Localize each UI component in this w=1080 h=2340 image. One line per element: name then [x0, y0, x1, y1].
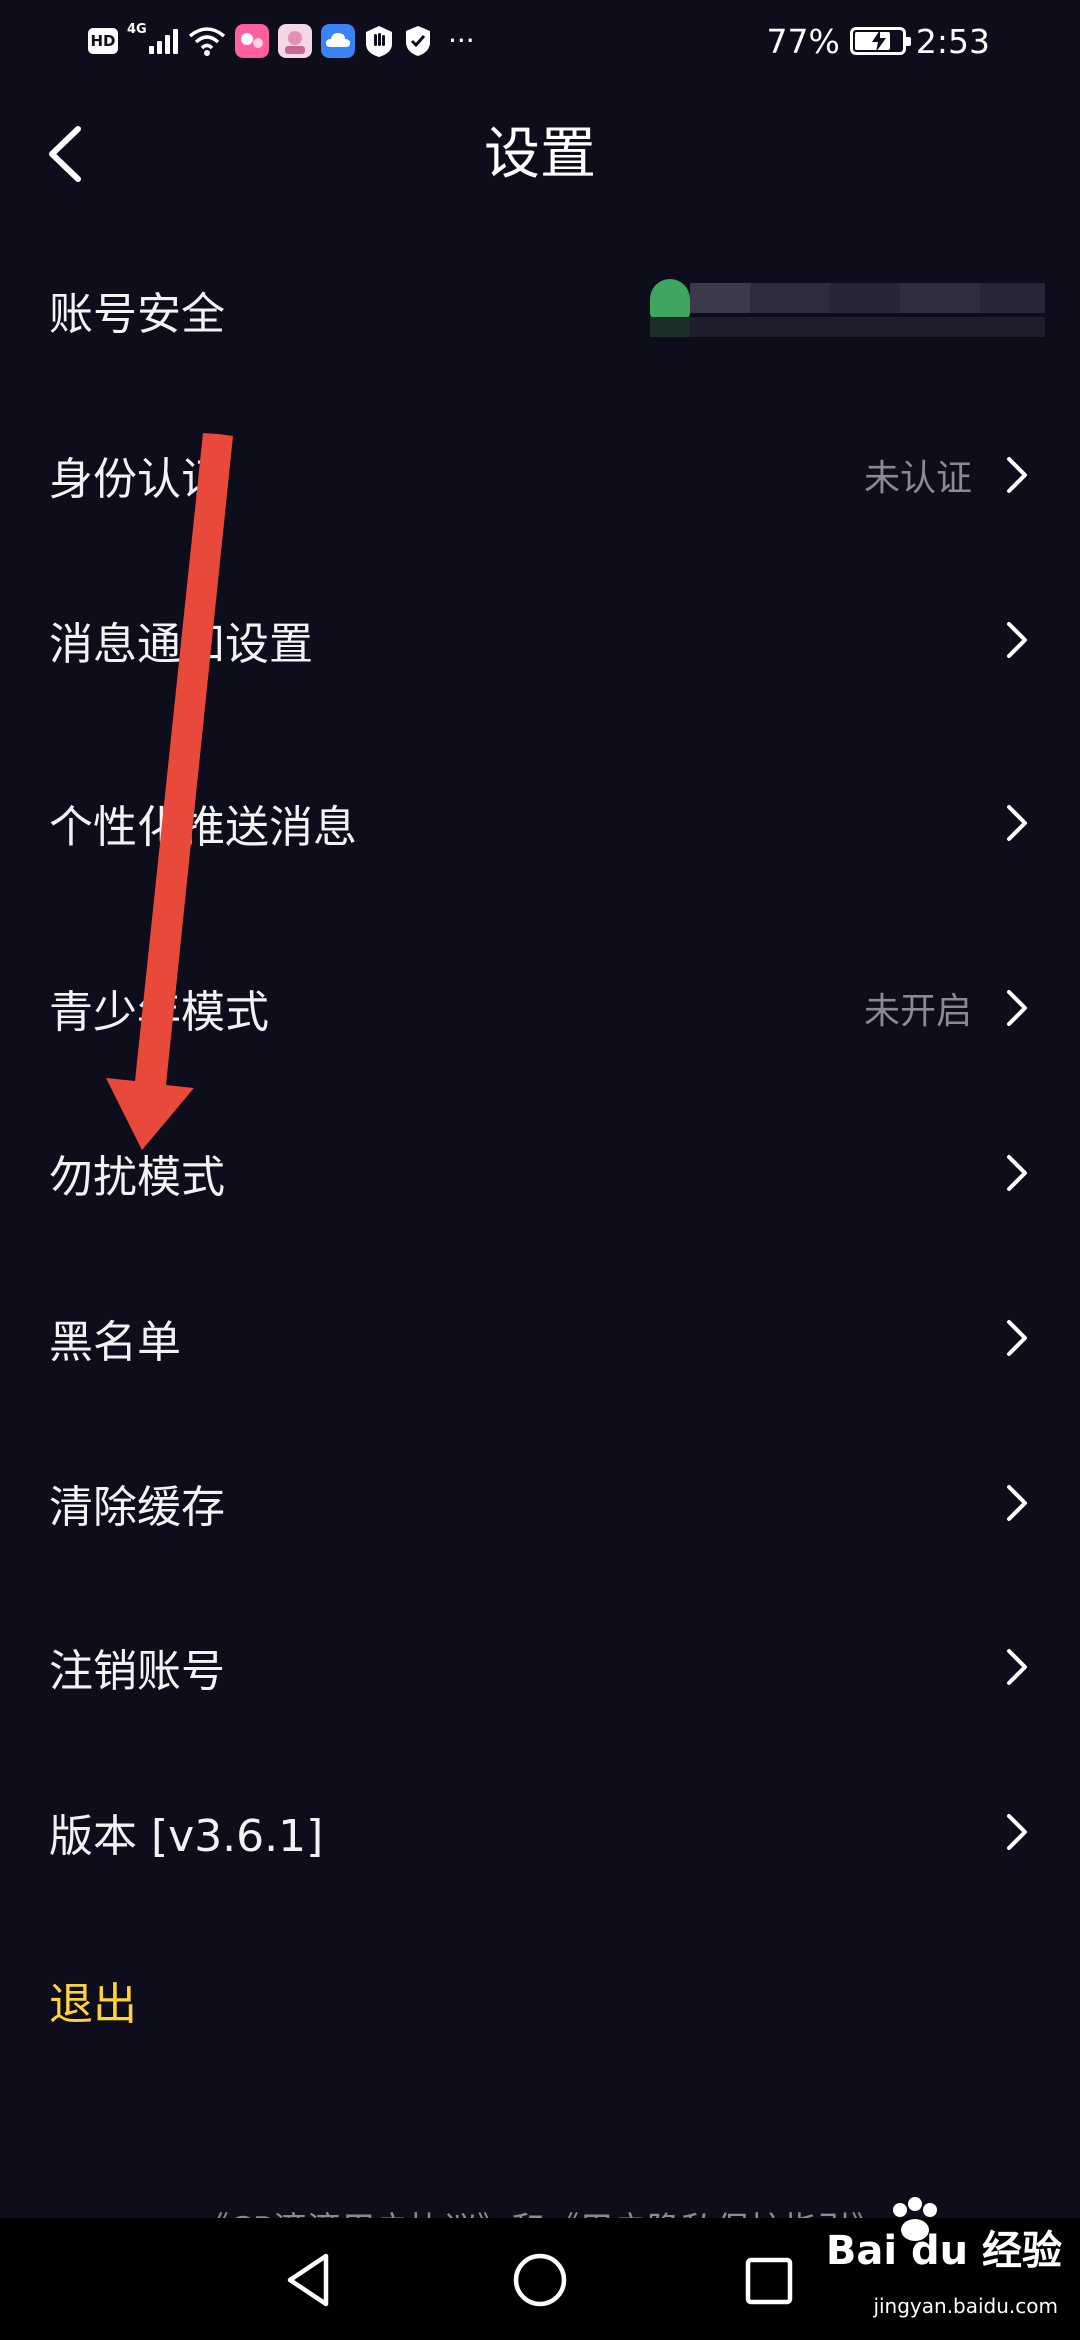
hand-stop-icon	[366, 26, 392, 57]
row-label: 账号安全	[49, 289, 225, 340]
chevron-right-icon	[1007, 1649, 1027, 1685]
wifi-icon	[188, 27, 226, 56]
status-bar-left: HD 4G ···	[88, 20, 475, 62]
app-notification-icon	[278, 24, 312, 58]
row-label: 注销账号	[49, 1646, 225, 1697]
row-label: 勿扰模式	[49, 1152, 225, 1203]
charging-bolt-icon	[871, 30, 886, 52]
row-label: 版本 [v3.6.1]	[49, 1811, 324, 1862]
chevron-right-icon	[1007, 805, 1027, 841]
home-circle-icon[interactable]	[508, 2248, 572, 2312]
cellular-signal-icon: 4G	[127, 22, 179, 58]
masked-account-info	[650, 279, 1045, 341]
chevron-right-icon	[1007, 457, 1027, 493]
settings-row-do-not-disturb[interactable]: 勿扰模式	[0, 1098, 1080, 1248]
row-label: 消息通知设置	[49, 619, 313, 670]
row-label: 黑名单	[49, 1317, 181, 1368]
watermark-url: jingyan.baidu.com	[873, 2294, 1058, 2318]
logout-button[interactable]: 退出	[49, 1968, 137, 2032]
page-title: 设置	[484, 122, 596, 187]
settings-row-message-notification[interactable]: 消息通知设置	[0, 565, 1080, 715]
settings-row-delete-account[interactable]: 注销账号	[0, 1592, 1080, 1742]
settings-row-blacklist[interactable]: 黑名单	[0, 1263, 1080, 1413]
top-app-bar: 设置	[0, 100, 1080, 210]
back-triangle-icon[interactable]	[278, 2248, 342, 2312]
settings-row-teen-mode[interactable]: 青少年模式 未开启	[0, 933, 1080, 1083]
chevron-right-icon	[1007, 1155, 1027, 1191]
chevron-right-icon	[1007, 1485, 1027, 1521]
recents-square-icon[interactable]	[738, 2248, 802, 2312]
more-notifications-icon: ···	[448, 24, 475, 57]
row-label: 清除缓存	[49, 1482, 225, 1533]
chevron-right-icon	[1007, 990, 1027, 1026]
row-status-value: 未认证	[863, 458, 972, 499]
baidu-jingyan-watermark: Bai du 经验 jingyan.baidu.com	[826, 2197, 1062, 2318]
shield-check-icon	[406, 26, 430, 56]
settings-row-version[interactable]: 版本 [v3.6.1]	[0, 1757, 1080, 1907]
cloud-icon	[321, 24, 355, 58]
row-status-value: 未开启	[863, 991, 972, 1032]
settings-screen: HD 4G ··· 77% 2:53 设置 账号安全 身份认证 未认证 消息通知…	[0, 0, 1080, 2340]
system-navigation-bar: Bai du 经验 jingyan.baidu.com	[0, 2197, 1080, 2340]
network-type-label: 4G	[127, 22, 147, 37]
settings-row-account-security[interactable]: 账号安全	[0, 235, 1080, 385]
battery-percent: 77%	[766, 21, 840, 61]
hd-icon: HD	[88, 28, 118, 54]
chevron-right-icon	[1007, 1320, 1027, 1356]
row-label: 个性化推送消息	[49, 802, 357, 853]
row-label: 青少年模式	[49, 987, 269, 1038]
watermark-logo-text: Bai du 经验	[825, 2228, 1062, 2274]
settings-row-identity-verification[interactable]: 身份认证 未认证	[0, 400, 1080, 550]
app-notification-icon	[235, 24, 269, 58]
clock: 2:53	[915, 21, 990, 61]
status-bar: HD 4G ··· 77% 2:53	[0, 0, 1080, 82]
chevron-right-icon	[1007, 1814, 1027, 1850]
settings-row-personalized-push[interactable]: 个性化推送消息	[0, 748, 1080, 898]
status-bar-right: 77% 2:53	[767, 20, 990, 62]
battery-icon	[849, 27, 911, 55]
settings-row-clear-cache[interactable]: 清除缓存	[0, 1428, 1080, 1578]
chevron-right-icon	[1007, 622, 1027, 658]
row-label: 身份认证	[49, 454, 225, 505]
